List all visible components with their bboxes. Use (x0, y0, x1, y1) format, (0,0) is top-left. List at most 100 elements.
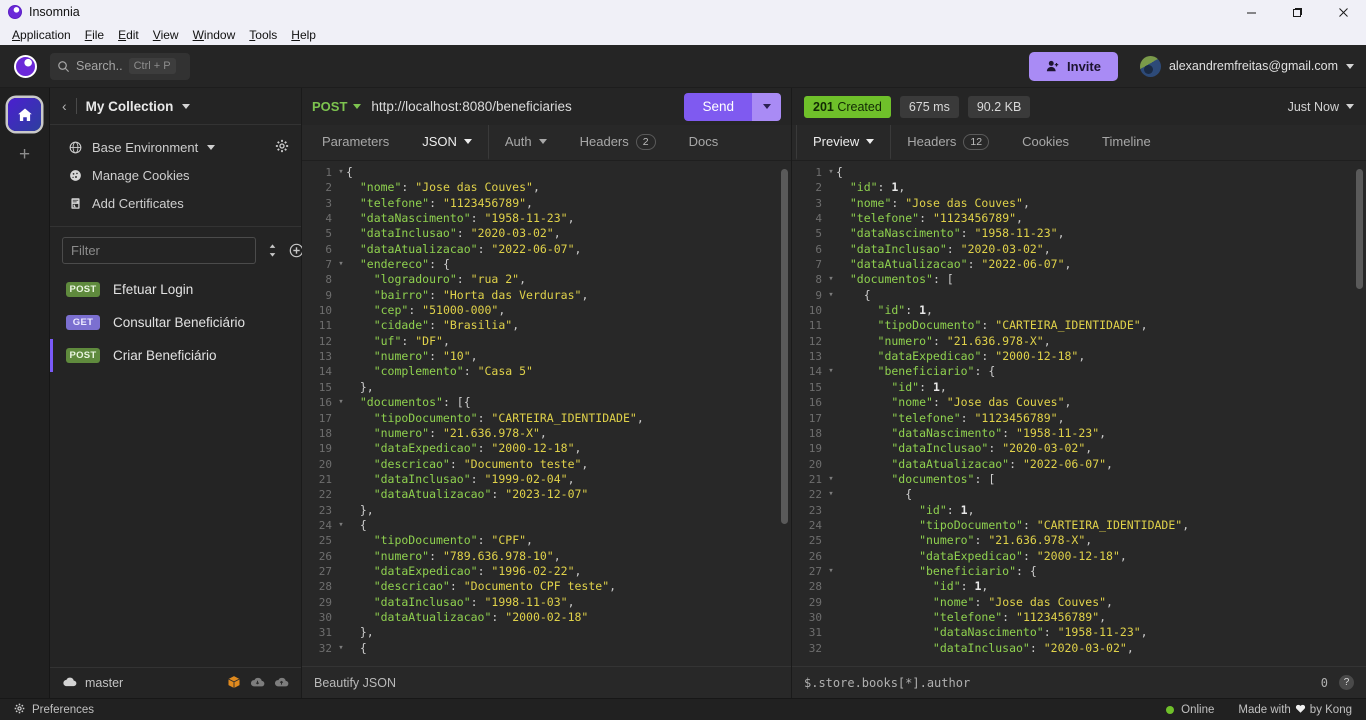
send-dropdown-button[interactable] (752, 92, 781, 121)
tab-parameters[interactable]: Parameters (306, 125, 406, 160)
menu-item-tools[interactable]: Tools (242, 26, 284, 44)
code-line: 21 ▾ "documentos": [ (792, 472, 1366, 487)
code-line: 8 ▾ "documentos": [ (792, 272, 1366, 287)
line-number: 7 (815, 258, 822, 272)
method-selector[interactable]: POST (312, 99, 362, 114)
request-tabs: Parameters JSON Auth Headers 2 Docs (302, 125, 791, 161)
line-number: 9 (325, 288, 332, 302)
tab-response-headers[interactable]: Headers 12 (891, 125, 1006, 160)
code-line: 29 "nome": "Jose das Couves", (792, 595, 1366, 610)
response-body-viewer[interactable]: 1 ▾{2 "id": 1, 3 "nome": "Jose das Couves"… (792, 161, 1366, 666)
method-badge: POST (66, 348, 100, 363)
cloud-download-icon[interactable] (250, 676, 265, 691)
code-line: 20 "dataAtualizacao": "2022-06-07", (792, 457, 1366, 472)
tab-label: Headers (579, 134, 629, 149)
fold-toggle-icon[interactable]: ▾ (336, 257, 346, 272)
menu-item-file[interactable]: File (78, 26, 111, 44)
code-text: { (346, 517, 367, 532)
line-number: 18 (808, 426, 822, 440)
tab-docs[interactable]: Docs (673, 125, 736, 160)
tab-preview[interactable]: Preview (796, 125, 892, 160)
search-icon (58, 60, 70, 72)
chevron-down-icon[interactable] (182, 103, 191, 109)
invite-button[interactable]: Invite (1029, 51, 1118, 81)
tab-label: Headers (907, 134, 957, 149)
add-workspace-button[interactable]: + (19, 145, 30, 164)
account-menu[interactable]: alexandremfreitas@gmail.com (1139, 55, 1354, 77)
fold-toggle-icon[interactable]: ▾ (826, 487, 836, 502)
search-input[interactable]: Search.. Ctrl + P (50, 52, 190, 80)
code-text: { (346, 165, 353, 179)
code-text: "nome": "Jose das Couves", (836, 395, 1072, 410)
preferences-button[interactable]: Preferences (14, 703, 94, 717)
fold-toggle-icon[interactable]: ▾ (826, 564, 836, 579)
filter-input[interactable] (62, 237, 256, 264)
list-item[interactable]: POST Efetuar Login (50, 273, 301, 306)
tab-timeline[interactable]: Timeline (1086, 125, 1168, 160)
minimize-button[interactable] (1228, 0, 1274, 24)
menu-item-window[interactable]: Window (186, 26, 243, 44)
package-icon[interactable] (227, 675, 241, 692)
fold-toggle-icon[interactable]: ▾ (826, 288, 836, 303)
request-body-editor[interactable]: 1 ▾{2 "nome": "Jose das Couves", 3 "telefo… (302, 161, 791, 666)
jsonpath-filter-input[interactable]: $.store.books[*].author (804, 676, 970, 690)
fold-toggle-icon[interactable]: ▾ (336, 518, 346, 533)
home-button[interactable] (8, 98, 41, 131)
help-icon[interactable]: ? (1339, 675, 1354, 690)
window-controls (1228, 0, 1366, 24)
online-status: Online (1166, 704, 1214, 716)
tab-cookies[interactable]: Cookies (1006, 125, 1086, 160)
beautify-json-button[interactable]: Beautify JSON (314, 676, 396, 690)
list-item[interactable]: GET Consultar Beneficiário (50, 306, 301, 339)
maximize-button[interactable] (1274, 0, 1320, 24)
back-button[interactable]: ‹ (62, 98, 67, 114)
tab-json[interactable]: JSON (406, 125, 489, 160)
fold-toggle-icon[interactable]: ▾ (336, 165, 346, 180)
menu-item-help[interactable]: Help (284, 26, 323, 44)
sort-icon[interactable] (266, 243, 279, 258)
gear-icon (14, 703, 25, 717)
code-text: "dataExpedicao": "2000-12-18", (836, 548, 1127, 563)
fold-toggle-icon[interactable]: ▾ (826, 272, 836, 287)
sidebar-item-base-environment[interactable]: Base Environment (50, 133, 301, 161)
cloud-upload-icon[interactable] (274, 676, 289, 691)
vertical-scrollbar[interactable] (781, 169, 788, 524)
send-button[interactable]: Send (684, 92, 752, 121)
code-lines: 1 ▾{2 "nome": "Jose das Couves", 3 "telefo… (302, 161, 791, 656)
tab-headers[interactable]: Headers 2 (564, 125, 673, 160)
filter-result-count: 0 (1320, 675, 1328, 690)
close-button[interactable] (1320, 0, 1366, 24)
fold-toggle-icon[interactable]: ▾ (826, 364, 836, 379)
tab-auth[interactable]: Auth (489, 125, 564, 160)
line-number: 26 (318, 549, 332, 563)
response-history-dropdown[interactable]: Just Now (1288, 100, 1354, 114)
fold-toggle-icon[interactable]: ▾ (826, 472, 836, 487)
vertical-scrollbar[interactable] (1356, 169, 1363, 289)
url-input[interactable]: http://localhost:8080/beneficiaries (361, 99, 684, 114)
fold-toggle-icon[interactable]: ▾ (826, 165, 836, 180)
menu-item-application[interactable]: Application (5, 26, 78, 44)
code-text: "numero": "21.636.978-X", (346, 425, 547, 440)
line-number: 25 (808, 534, 822, 548)
fold-toggle-icon[interactable]: ▾ (336, 395, 346, 410)
code-line: 11 "cidade": "Brasilia", (302, 318, 791, 333)
fold-toggle-icon[interactable]: ▾ (336, 641, 346, 656)
sidebar-item-manage-cookies[interactable]: Manage Cookies (50, 161, 301, 189)
menu-item-view[interactable]: View (146, 26, 186, 44)
menu-item-edit[interactable]: Edit (111, 26, 146, 44)
branch-name[interactable]: master (85, 676, 123, 690)
gear-icon[interactable] (275, 139, 289, 156)
line-number: 1 (325, 166, 332, 179)
sidebar-item-add-certificates[interactable]: Add Certificates (50, 189, 301, 217)
list-item[interactable]: POST Criar Beneficiário (50, 339, 301, 372)
line-number: 29 (808, 595, 822, 609)
